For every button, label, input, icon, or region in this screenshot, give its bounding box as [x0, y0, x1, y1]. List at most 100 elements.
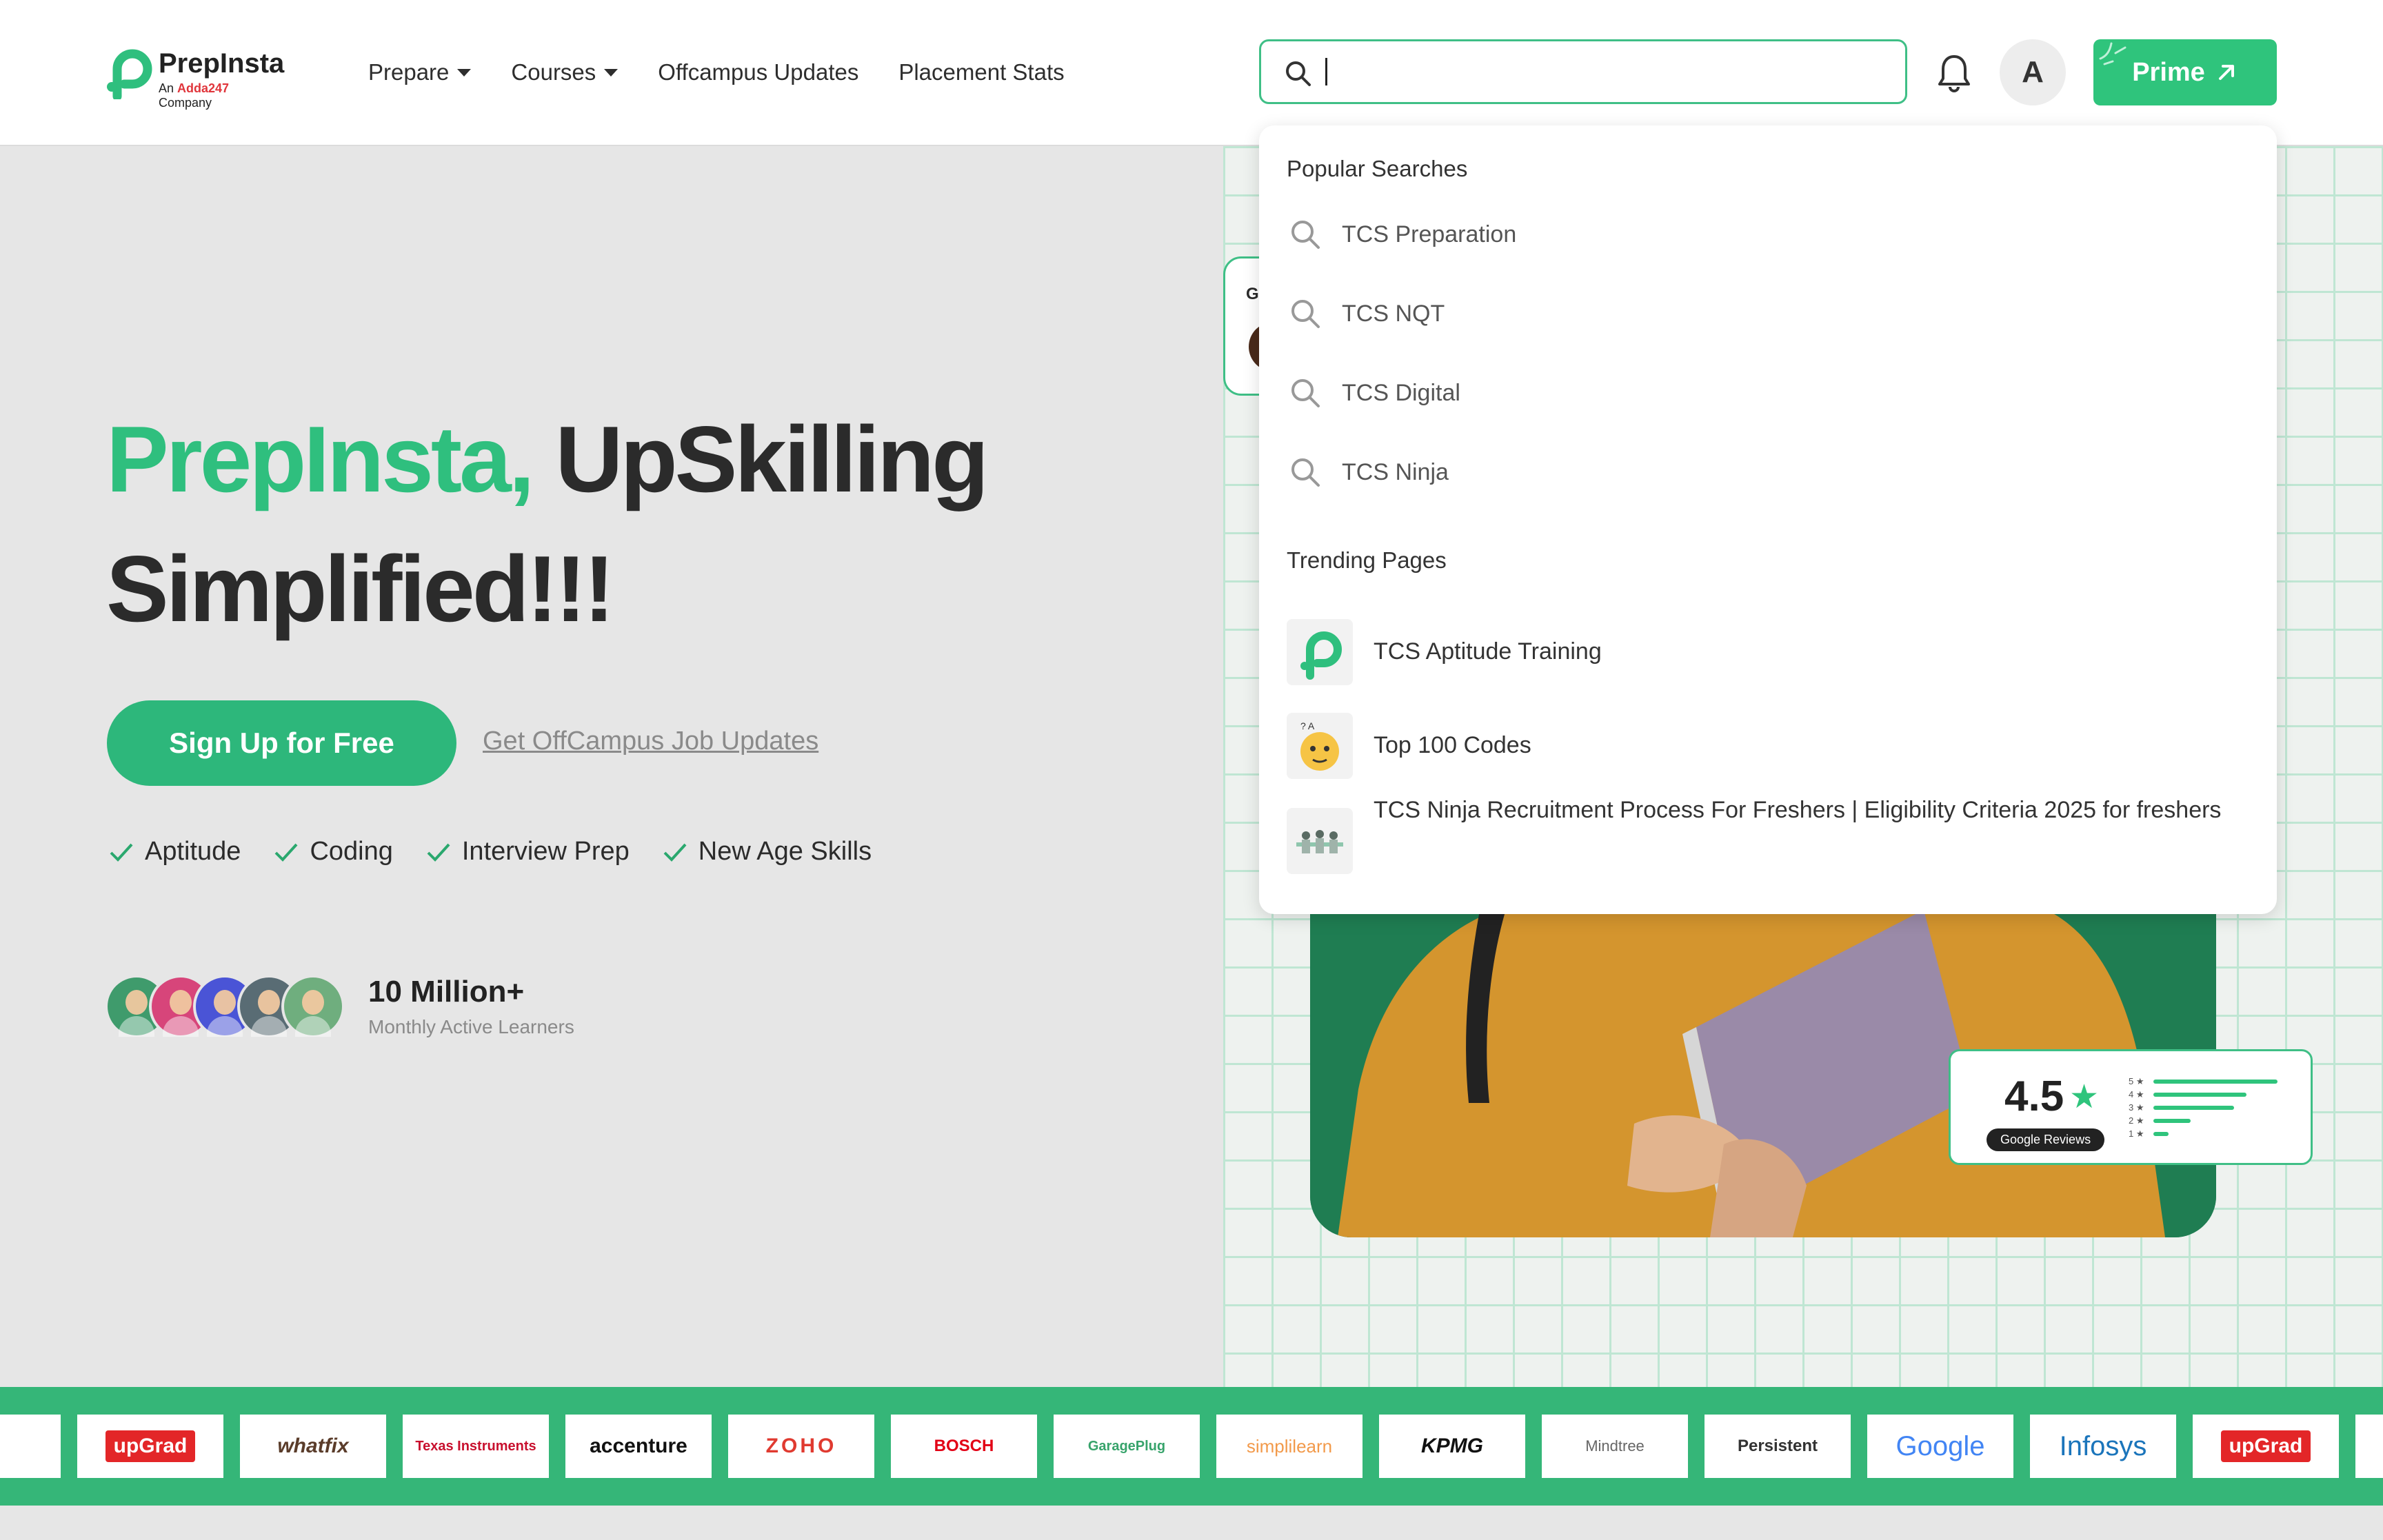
popular-searches-heading: Popular Searches [1287, 156, 1468, 181]
search-box[interactable] [1259, 39, 1907, 104]
nav-placement-stats[interactable]: Placement Stats [898, 59, 1064, 85]
trending-page-item[interactable]: ? A Top 100 Codes [1287, 713, 2249, 779]
company-logo: S [0, 1415, 61, 1478]
learners-count: 10 Million+ [368, 975, 525, 1009]
top-header: PrepInsta An Adda247 Company Prepare Cou… [0, 0, 2383, 146]
rating-source: Google Reviews [1987, 1128, 2105, 1151]
feature-item: Aptitude [108, 837, 241, 867]
user-avatar[interactable]: A [2000, 39, 2066, 105]
offcampus-job-link[interactable]: Get OffCampus Job Updates [483, 727, 818, 756]
learners-label: Monthly Active Learners [368, 1016, 574, 1037]
prime-label: Prime [2132, 57, 2205, 87]
prime-button[interactable]: Prime [2093, 39, 2277, 105]
company-logo: Persistent [1705, 1415, 1851, 1478]
rating-bar [2153, 1092, 2246, 1097]
popular-search-label: TCS Preparation [1342, 221, 1517, 247]
nav-prepare[interactable]: Prepare [368, 59, 472, 85]
company-logo: Mindtree [1542, 1415, 1688, 1478]
trending-page-label: TCS Aptitude Training [1374, 638, 1602, 665]
rating-bar-label: 5 ★ [2129, 1075, 2144, 1086]
svg-text:? A: ? A [1300, 720, 1315, 731]
rating-bar-label: 4 ★ [2129, 1088, 2144, 1100]
trending-page-label: TCS Ninja Recruitment Process For Freshe… [1374, 797, 2222, 823]
people-illustration-icon [1287, 808, 1353, 874]
feature-label: Interview Prep [461, 837, 630, 866]
popular-search-label: TCS Digital [1342, 379, 1460, 406]
prepinsta-logo[interactable]: PrepInsta An Adda247 Company [103, 45, 284, 110]
arrow-up-right-icon [2218, 65, 2234, 80]
hero-title-brand: PrepInsta, [106, 407, 535, 511]
check-icon [275, 843, 298, 862]
logo-tagline: An Adda247 Company [159, 81, 230, 110]
feature-label: Aptitude [145, 837, 241, 866]
rating-bar-row: 5 ★ [2129, 1075, 2278, 1088]
sparkle-icon [2099, 42, 2126, 65]
company-logo-strip: S upGrad whatfix Texas Instruments accen… [0, 1387, 2383, 1506]
popular-search-label: TCS NQT [1342, 300, 1445, 327]
feature-label: Coding [310, 837, 393, 866]
nav-courses[interactable]: Courses [511, 59, 619, 85]
learner-avatar [281, 975, 345, 1038]
popular-search-item[interactable]: TCS Digital [1289, 372, 1460, 414]
company-logo: Infosys [2030, 1415, 2176, 1478]
check-icon [110, 843, 133, 862]
search-icon [1291, 458, 1320, 487]
nav-prepare-label: Prepare [368, 59, 450, 85]
feature-item: New Age Skills [661, 837, 872, 867]
search-icon [1291, 379, 1320, 407]
floating-card-letter: G [1246, 285, 1259, 303]
company-logo: w [2355, 1415, 2383, 1478]
company-logo: simplilearn [1216, 1415, 1363, 1478]
company-logo-track: S upGrad whatfix Texas Instruments accen… [0, 1415, 2383, 1478]
feature-item: Interview Prep [425, 837, 630, 867]
popular-search-item[interactable]: TCS NQT [1289, 293, 1445, 334]
trending-pages-heading: Trending Pages [1287, 547, 1447, 573]
trending-page-item[interactable]: TCS Aptitude Training [1287, 619, 2249, 685]
popular-search-item[interactable]: TCS Ninja [1289, 452, 1449, 493]
feature-item: Coding [272, 837, 393, 867]
feature-label: New Age Skills [698, 837, 872, 866]
caret-down-icon [604, 68, 619, 77]
signup-button[interactable]: Sign Up for Free [107, 700, 456, 786]
company-logo: GaragePlug [1054, 1415, 1200, 1478]
company-logo: BOSCH [891, 1415, 1037, 1478]
search-icon [1291, 300, 1320, 328]
rating-value: 4.5 [2004, 1073, 2064, 1120]
rating-bar [2153, 1105, 2234, 1110]
company-logo: upGrad [2193, 1415, 2339, 1478]
prepinsta-logo-icon [107, 49, 152, 99]
trending-page-item[interactable]: TCS Ninja Recruitment Process For Freshe… [1287, 797, 2249, 874]
company-logo: accenture [565, 1415, 712, 1478]
rating-distribution: 5 ★ 4 ★ 3 ★ 2 ★ 1 ★ [2129, 1075, 2278, 1140]
main-nav: Prepare Courses Offcampus Updates Placem… [368, 59, 1065, 85]
rating-bar-row: 1 ★ [2129, 1127, 2278, 1140]
hero-title: PrepInsta, UpSkilling Simplified!!! [106, 394, 1106, 654]
bell-icon[interactable] [1936, 52, 1972, 94]
rating-bar-row: 3 ★ [2129, 1101, 2278, 1114]
search-suggestions-dropdown: Popular Searches TCS Preparation TCS NQT… [1259, 125, 2277, 914]
popular-search-item[interactable]: TCS Preparation [1289, 214, 1516, 255]
search-input[interactable] [1323, 54, 1891, 91]
company-logo: whatfix [240, 1415, 386, 1478]
rating-bar-label: 1 ★ [2129, 1128, 2144, 1139]
company-logo: Google [1867, 1415, 2013, 1478]
feature-list: Aptitude Coding Interview Prep New Age S… [108, 837, 872, 867]
prepinsta-logo-icon [1287, 619, 1353, 685]
rating-bar-label: 3 ★ [2129, 1102, 2144, 1113]
google-rating-card: 4.5 ★ Google Reviews 5 ★ 4 ★ 3 ★ 2 ★ 1 ★ [1949, 1049, 2313, 1165]
rating-bar [2153, 1118, 2191, 1123]
search-icon [1291, 221, 1320, 249]
company-logo: KPMG [1379, 1415, 1525, 1478]
nav-courses-label: Courses [511, 59, 596, 85]
rating-bar [2153, 1079, 2278, 1084]
thinking-emoji-icon: ? A [1287, 713, 1353, 779]
rating-bar-label: 2 ★ [2129, 1115, 2144, 1126]
rating-bar [2153, 1131, 2169, 1136]
caret-down-icon [457, 68, 472, 77]
text-cursor [1325, 58, 1327, 85]
company-logo: upGrad [77, 1415, 223, 1478]
rating-bar-row: 4 ★ [2129, 1088, 2278, 1101]
nav-offcampus-updates[interactable]: Offcampus Updates [658, 59, 858, 85]
rating-bar-row: 2 ★ [2129, 1114, 2278, 1127]
company-logo: ZOHO [728, 1415, 874, 1478]
